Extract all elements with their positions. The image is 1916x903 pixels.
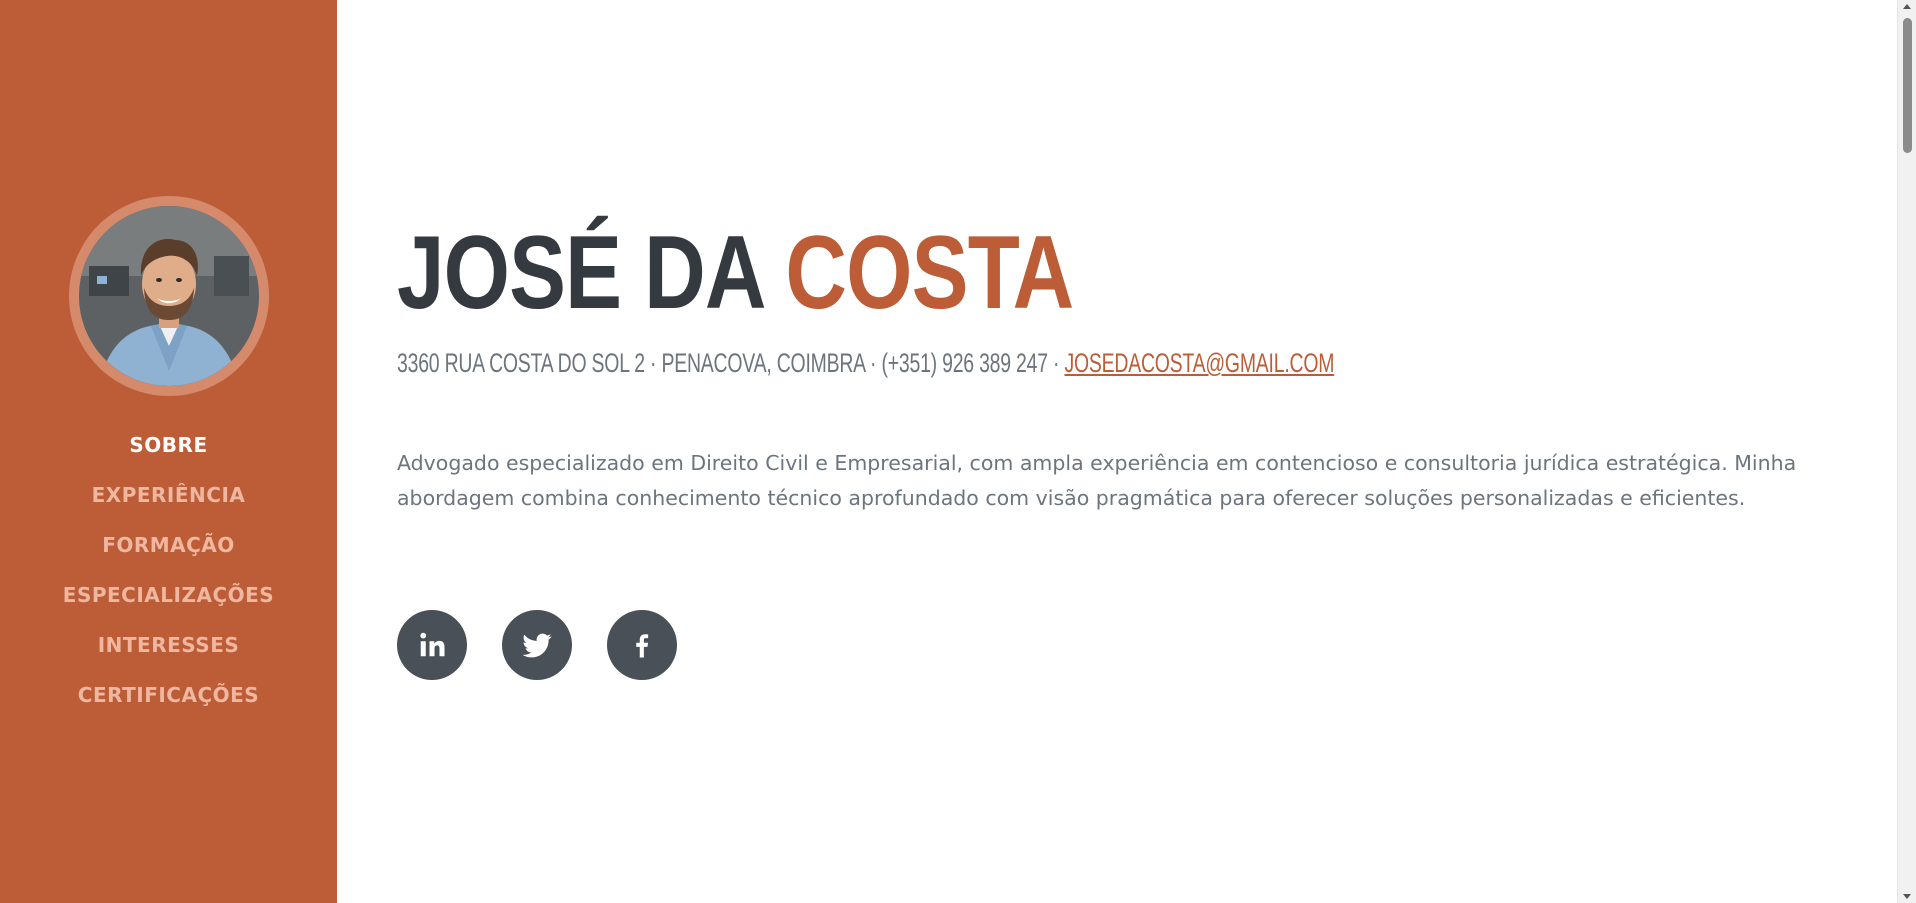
contact-info: 3360 RUA COSTA DO SOL 2 · PENACOVA, COIM…: [397, 348, 1334, 379]
avatar: [78, 206, 259, 386]
nav-item-formacao[interactable]: FORMAÇÃO: [102, 520, 235, 570]
sidebar: SOBRE EXPERIÊNCIA FORMAÇÃO ESPECIALIZAÇÕ…: [0, 0, 337, 903]
linkedin-icon: [420, 632, 445, 657]
nav-item-sobre[interactable]: SOBRE: [129, 420, 207, 470]
nav-item-certificacoes[interactable]: CERTIFICAÇÕES: [78, 670, 259, 720]
main-content: JOSÉ DA COSTA 3360 RUA COSTA DO SOL 2 · …: [337, 0, 1897, 903]
last-name: COSTA: [785, 215, 1074, 331]
scroll-up-icon[interactable]: [1903, 4, 1911, 9]
nav-item-interesses[interactable]: INTERESSES: [98, 620, 240, 670]
page-title: JOSÉ DA COSTA: [397, 215, 1074, 331]
facebook-button[interactable]: [607, 610, 677, 680]
email-link[interactable]: JOSEDACOSTA@GMAIL.COM: [1064, 348, 1334, 378]
scroll-down-icon[interactable]: [1903, 894, 1911, 899]
nav-item-especializacoes[interactable]: ESPECIALIZAÇÕES: [63, 570, 274, 620]
scrollbar-thumb[interactable]: [1903, 18, 1912, 153]
about-description: Advogado especializado em Direito Civil …: [397, 451, 1797, 510]
facebook-icon: [636, 634, 649, 658]
sidebar-nav: SOBRE EXPERIÊNCIA FORMAÇÃO ESPECIALIZAÇÕ…: [63, 420, 274, 720]
contact-address-phone: 3360 RUA COSTA DO SOL 2 · PENACOVA, COIM…: [397, 348, 1065, 378]
page-scrollbar[interactable]: [1897, 0, 1916, 903]
profile-photo: [78, 206, 259, 386]
nav-item-experiencia[interactable]: EXPERIÊNCIA: [92, 470, 246, 520]
social-icons: [397, 610, 677, 680]
linkedin-button[interactable]: [397, 610, 467, 680]
avatar-ring: [68, 196, 269, 396]
first-name: JOSÉ DA: [397, 215, 763, 331]
twitter-icon: [522, 633, 552, 658]
twitter-button[interactable]: [502, 610, 572, 680]
